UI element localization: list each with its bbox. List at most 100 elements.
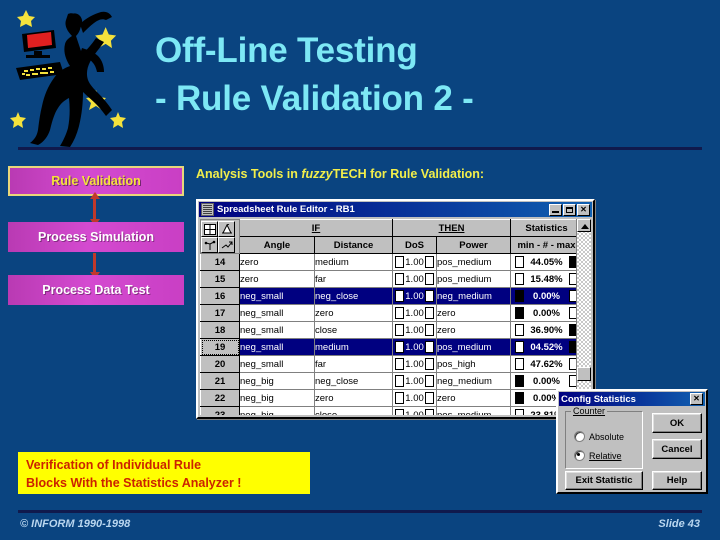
help-button[interactable]: Help	[652, 471, 702, 490]
column-header-angle[interactable]: Angle	[239, 236, 315, 254]
table-row[interactable]: 23 neg_big close 1.00 pos_medium 23.81%	[200, 406, 576, 415]
cell-dos[interactable]: 1.00	[392, 406, 438, 415]
cell-dos[interactable]: 1.00	[392, 355, 438, 373]
column-header-dos[interactable]: DoS	[392, 236, 438, 254]
cell-angle[interactable]: neg_big	[239, 406, 315, 415]
row-number[interactable]: 23	[200, 406, 240, 415]
cell-dos[interactable]: 1.00	[392, 270, 438, 288]
table-row[interactable]: 20 neg_small far 1.00 pos_high 47.62%	[200, 355, 576, 373]
close-button[interactable]: ✕	[577, 203, 590, 216]
row-number[interactable]: 15	[200, 270, 240, 288]
cell-power[interactable]: zero	[436, 321, 512, 339]
cell-distance[interactable]: far	[313, 355, 394, 373]
radio-relative[interactable]: Relative	[574, 450, 622, 461]
cell-distance[interactable]: medium	[313, 253, 394, 271]
vertical-scrollbar[interactable]	[576, 219, 591, 415]
table-row[interactable]: 21 neg_big neg_close 1.00 neg_medium 0.0…	[200, 372, 576, 390]
minimize-button[interactable]	[549, 203, 562, 216]
row-number[interactable]: 17	[200, 304, 240, 322]
row-number[interactable]: 19	[200, 338, 240, 356]
cell-statistics[interactable]: 47.62%	[510, 355, 576, 373]
cell-power[interactable]: zero	[436, 304, 512, 322]
flow-item-process-simulation[interactable]: Process Simulation	[8, 222, 184, 252]
cell-angle[interactable]: neg_small	[239, 304, 315, 322]
cell-power[interactable]: pos_medium	[436, 338, 512, 356]
wizard-hat-icon[interactable]	[218, 220, 235, 237]
radio-absolute[interactable]: Absolute	[574, 431, 624, 442]
cell-dos[interactable]: 1.00	[392, 338, 438, 356]
arrow-path-icon[interactable]	[218, 236, 235, 253]
tree-icon[interactable]	[201, 236, 218, 253]
row-number[interactable]: 22	[200, 389, 240, 407]
column-header-power[interactable]: Power	[436, 236, 512, 254]
table-row[interactable]: 22 neg_big zero 1.00 zero 0.00%	[200, 389, 576, 407]
row-number[interactable]: 20	[200, 355, 240, 373]
cell-statistics[interactable]: 0.00%	[510, 372, 576, 390]
table-row[interactable]: 15 zero far 1.00 pos_medium 15.48%	[200, 270, 576, 288]
grid-icon[interactable]	[201, 220, 218, 237]
table-row[interactable]: 18 neg_small close 1.00 zero 36.90%	[200, 321, 576, 339]
cell-power[interactable]: pos_medium	[436, 253, 512, 271]
cell-statistics[interactable]: 0.00%	[510, 304, 576, 322]
flow-item-process-data-test[interactable]: Process Data Test	[8, 275, 184, 305]
cell-power[interactable]: neg_medium	[436, 287, 512, 305]
radio-absolute-dot[interactable]	[574, 431, 585, 442]
exit-statistic-button[interactable]: Exit Statistic	[565, 471, 643, 490]
cell-statistics[interactable]: 0.00%	[510, 287, 576, 305]
table-row[interactable]: 16 neg_small neg_close 1.00 neg_medium 0…	[200, 287, 576, 305]
cell-angle[interactable]: zero	[239, 270, 315, 288]
dos-right-marker	[424, 256, 434, 268]
cell-dos[interactable]: 1.00	[392, 287, 438, 305]
column-header-statistics-range[interactable]: min - # - max	[510, 236, 576, 254]
cell-distance[interactable]: close	[313, 321, 394, 339]
cell-power[interactable]: pos_medium	[436, 406, 512, 415]
table-row[interactable]: 17 neg_small zero 1.00 zero 0.00%	[200, 304, 576, 322]
cell-angle[interactable]: neg_small	[239, 338, 315, 356]
cell-angle[interactable]: neg_small	[239, 321, 315, 339]
cell-power[interactable]: pos_medium	[436, 270, 512, 288]
cell-distance[interactable]: zero	[313, 389, 394, 407]
cell-dos[interactable]: 1.00	[392, 304, 438, 322]
cell-angle[interactable]: neg_big	[239, 372, 315, 390]
cell-angle[interactable]: neg_small	[239, 287, 315, 305]
table-row[interactable]: 19 neg_small medium 1.00 pos_medium 04.5…	[200, 338, 576, 356]
cell-power[interactable]: neg_medium	[436, 372, 512, 390]
column-header-distance[interactable]: Distance	[313, 236, 394, 254]
maximize-button[interactable]	[563, 203, 576, 216]
radio-relative-dot[interactable]	[574, 450, 585, 461]
cell-angle[interactable]: neg_big	[239, 389, 315, 407]
cell-distance[interactable]: zero	[313, 304, 394, 322]
config-statistics-dialog[interactable]: Config Statistics ✕ Counter Absolute Rel…	[556, 389, 708, 494]
cell-power[interactable]: pos_high	[436, 355, 512, 373]
cell-distance[interactable]: neg_close	[313, 372, 394, 390]
cell-distance[interactable]: close	[313, 406, 394, 415]
dialog-close-button[interactable]: ✕	[690, 393, 703, 405]
cell-angle[interactable]: neg_small	[239, 355, 315, 373]
dialog-titlebar[interactable]: Config Statistics ✕	[559, 392, 705, 406]
cell-dos[interactable]: 1.00	[392, 321, 438, 339]
spreadsheet-rule-editor-window[interactable]: Spreadsheet Rule Editor - RB1 ✕ IF THEN …	[196, 199, 595, 419]
cell-statistics[interactable]: 15.48%	[510, 270, 576, 288]
spreadsheet-titlebar[interactable]: Spreadsheet Rule Editor - RB1 ✕	[199, 202, 592, 217]
cell-angle[interactable]: zero	[239, 253, 315, 271]
row-number[interactable]: 16	[200, 287, 240, 305]
cell-statistics[interactable]: 36.90%	[510, 321, 576, 339]
cell-power[interactable]: zero	[436, 389, 512, 407]
scrollbar-thumb[interactable]	[577, 367, 591, 381]
scroll-up-button[interactable]	[577, 219, 591, 232]
cell-dos[interactable]: 1.00	[392, 389, 438, 407]
spreadsheet-grid[interactable]: IF THEN Statistics Angle Distance DoS Po…	[200, 219, 576, 415]
cell-distance[interactable]: medium	[313, 338, 394, 356]
cell-statistics[interactable]: 04.52%	[510, 338, 576, 356]
ok-button[interactable]: OK	[652, 413, 702, 433]
cancel-button[interactable]: Cancel	[652, 439, 702, 459]
row-number[interactable]: 21	[200, 372, 240, 390]
row-number[interactable]: 14	[200, 253, 240, 271]
cell-dos[interactable]: 1.00	[392, 372, 438, 390]
cell-statistics[interactable]: 44.05%	[510, 253, 576, 271]
row-number[interactable]: 18	[200, 321, 240, 339]
table-row[interactable]: 14 zero medium 1.00 pos_medium 44.05%	[200, 253, 576, 271]
cell-distance[interactable]: neg_close	[313, 287, 394, 305]
cell-distance[interactable]: far	[313, 270, 394, 288]
cell-dos[interactable]: 1.00	[392, 253, 438, 271]
